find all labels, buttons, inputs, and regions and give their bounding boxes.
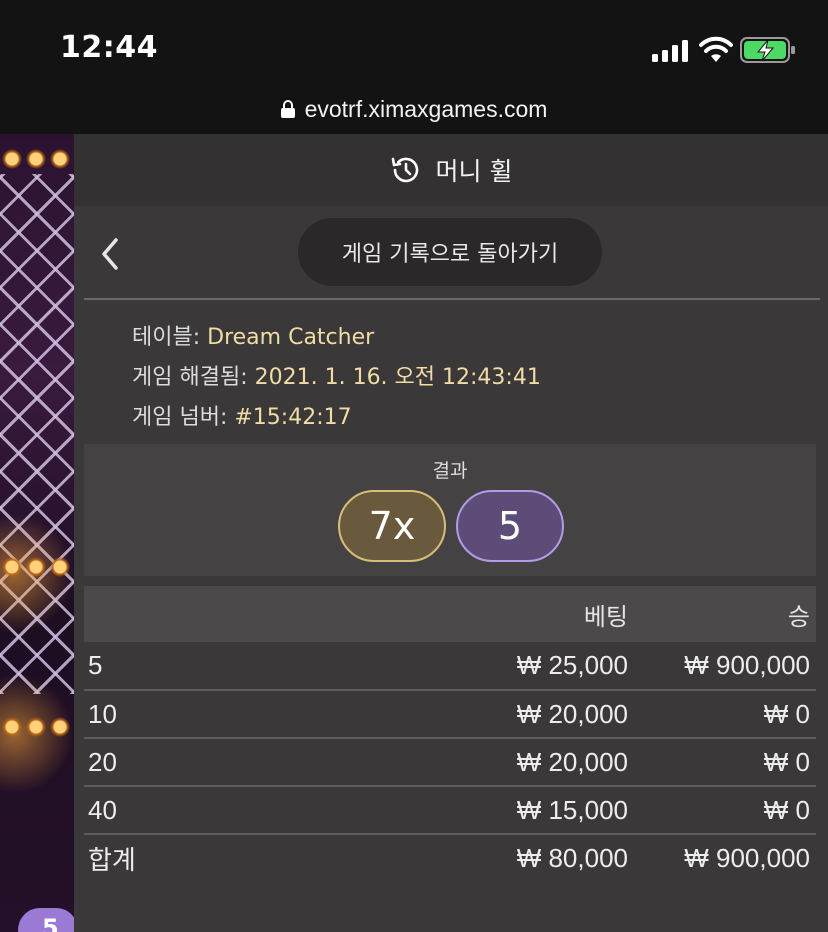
bet-amount: ₩ 20,000: [516, 698, 628, 729]
nav-row: 게임 기록으로 돌아가기: [74, 206, 828, 298]
header-win: 승: [787, 603, 810, 631]
info-number-row: 게임 넘버: #15:42:17: [132, 398, 541, 438]
table-header-row: 베팅 승: [84, 586, 816, 642]
lock-icon: [280, 100, 295, 118]
bet-spot: 5: [88, 650, 103, 680]
info-number-label: 게임 넘버:: [132, 405, 228, 430]
bet-spot: 10: [88, 698, 117, 729]
bet-amount: ₩ 20,000: [516, 746, 628, 777]
panel-title: 머니 휠: [435, 157, 513, 186]
bets-table: 베팅 승 5 ₩ 25,000 ₩ 900,000 10 ₩ 20,000 ₩ …: [84, 586, 816, 882]
total-win: ₩ 900,000: [684, 843, 810, 873]
info-number-value: #15:42:17: [234, 405, 352, 430]
result-label: 결과: [432, 460, 468, 482]
total-bet: ₩ 80,000: [516, 843, 628, 873]
info-table-value: Dream Catcher: [207, 325, 375, 350]
info-table-row: 테이블: Dream Catcher: [132, 318, 541, 358]
header-name: [84, 586, 384, 642]
info-resolved-row: 게임 해결됨: 2021. 1. 16. 오전 12:43:41: [132, 358, 541, 398]
table-row: 40 ₩ 15,000 ₩ 0: [84, 786, 816, 834]
panel-header: 머니 휠: [74, 134, 828, 206]
info-resolved-value: 2021. 1. 16. 오전 12:43:41: [254, 365, 541, 390]
table-row: 5 ₩ 25,000 ₩ 900,000: [84, 642, 816, 690]
status-time: 12:44: [60, 30, 158, 65]
number-result-ball: 5: [456, 490, 564, 562]
wifi-icon: [699, 36, 733, 62]
marquee-lights: [0, 554, 74, 580]
info-table-label: 테이블:: [132, 325, 201, 350]
game-info: 테이블: Dream Catcher 게임 해결됨: 2021. 1. 16. …: [132, 318, 541, 438]
status-bar: 12:44: [0, 0, 828, 84]
back-to-history-button[interactable]: 게임 기록으로 돌아가기: [298, 218, 602, 286]
table-row: 20 ₩ 20,000 ₩ 0: [84, 738, 816, 786]
total-row: 합계 ₩ 80,000 ₩ 900,000: [84, 834, 816, 882]
history-icon: [391, 157, 418, 183]
table-row: 10 ₩ 20,000 ₩ 0: [84, 690, 816, 738]
win-amount: ₩ 0: [763, 746, 810, 777]
battery-charging-icon: [740, 37, 795, 63]
game-history-panel: 머니 휠 게임 기록으로 돌아가기 테이블: Dream Catcher 게임 …: [74, 134, 828, 932]
marquee-lights: [0, 146, 74, 172]
bet-amount: ₩ 25,000: [516, 650, 628, 680]
total-label: 합계: [88, 845, 136, 875]
bet-spot: 40: [88, 794, 117, 825]
bet-spot: 20: [88, 746, 117, 777]
url-text: evotrf.ximaxgames.com: [304, 95, 548, 122]
info-resolved-label: 게임 해결됨:: [132, 365, 248, 390]
marquee-lights: [0, 714, 74, 740]
corner-result-ball: 5: [18, 908, 78, 932]
win-amount: ₩ 0: [763, 794, 810, 825]
multiplier-result-ball: 7x: [338, 490, 446, 562]
bet-amount: ₩ 15,000: [516, 794, 628, 825]
game-background: [0, 134, 74, 932]
win-amount: ₩ 900,000: [684, 650, 810, 680]
win-amount: ₩ 0: [763, 698, 810, 729]
result-box: 결과 7x 5: [84, 444, 816, 576]
cellular-signal-icon: [652, 40, 688, 62]
divider: [84, 298, 820, 300]
header-bet: 베팅: [583, 603, 628, 631]
chevron-left-icon[interactable]: [98, 236, 122, 272]
url-bar[interactable]: evotrf.ximaxgames.com: [0, 84, 828, 134]
